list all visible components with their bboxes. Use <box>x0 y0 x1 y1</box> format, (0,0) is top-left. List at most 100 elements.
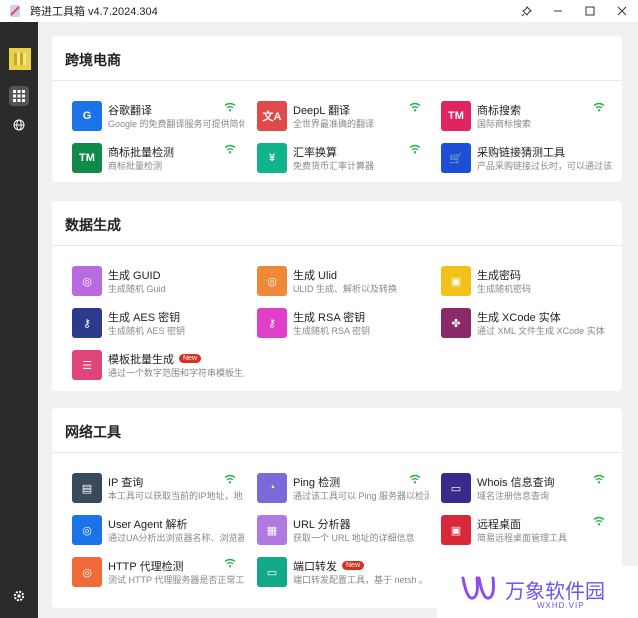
tool-name-text: Ping 检测 <box>293 477 341 489</box>
tool-name: User Agent 解析 <box>108 516 187 532</box>
tool-name-text: Whois 信息查询 <box>477 477 555 489</box>
tool-tile[interactable]: 🛒 采购链接猜测工具 产品采购链接过长时，可以通过该工 <box>441 142 613 176</box>
tool-name: 生成 AES 密钥 <box>108 309 180 325</box>
tool-tile[interactable]: ▣ 生成密码 生成随机密码 <box>441 265 611 299</box>
tool-tile[interactable]: ⚷ 生成 RSA 密钥 生成随机 RSA 密钥 <box>257 307 427 341</box>
tool-tile[interactable]: ◎ 生成 Ulid ULID 生成、解析以及转换 <box>257 265 427 299</box>
tool-tile[interactable]: ▭ 端口转发 New 端口转发配置工具，基于 netsh 。 <box>257 556 429 590</box>
tool-name: 生成密码 <box>477 267 521 283</box>
tool-description: 产品采购链接过长时，可以通过该工 <box>477 161 613 171</box>
wifi-online-icon <box>409 102 421 112</box>
tool-name-text: HTTP 代理检测 <box>108 561 184 573</box>
tool-tile[interactable]: ◎ User Agent 解析 通过UA分析出浏览器名称、浏览器 <box>72 514 244 548</box>
url-icon: ▦ <box>257 515 287 545</box>
wifi-online-icon <box>224 144 236 154</box>
watermark-logo-icon <box>459 572 499 613</box>
wifi-online-icon <box>593 102 605 112</box>
tool-description: Google 的免费翻译服务可提供简体 <box>108 119 244 129</box>
globe-icon: ◎ <box>72 266 102 296</box>
sidebar <box>0 22 38 618</box>
main-content: 跨境电商 G 谷歌翻译 Google 的免费翻译服务可提供简体 文A DeepL 翻译全… <box>38 22 638 618</box>
tool-description: 生成随机密码 <box>477 284 532 294</box>
section-title: 网络工具 <box>65 424 121 440</box>
tool-tile[interactable]: ◎ 生成 GUID 生成随机 Guid <box>72 265 242 299</box>
ip-icon: ▤ <box>72 473 102 503</box>
globe-icon: ◎ <box>72 515 102 545</box>
tool-name: 生成 GUID <box>108 267 161 283</box>
tool-tile[interactable]: G 谷歌翻译 Google 的免费翻译服务可提供简体 <box>72 100 244 134</box>
tool-name-text: IP 查询 <box>108 477 144 489</box>
tool-name-text: 商标批量检测 <box>108 147 174 159</box>
tool-name: 模板批量生成 New <box>108 351 202 367</box>
watermark-text: 万象软件园 <box>505 581 605 603</box>
tool-tile[interactable]: TM 商标搜索 国际商标搜索 <box>441 100 611 134</box>
tool-name: 生成 XCode 实体 <box>477 309 561 325</box>
tool-tile[interactable]: ¥ 汇率换算 免费货币汇率计算器 <box>257 142 427 176</box>
tool-tile[interactable]: ◔ Ping 检测 通过该工具可以 Ping 服务器以检测 <box>257 472 429 506</box>
tool-description: 生成随机 Guid <box>108 284 166 294</box>
port-icon: ▭ <box>257 557 287 587</box>
tool-name-text: DeepL 翻译 <box>293 105 351 117</box>
divider <box>52 452 622 453</box>
tool-name-text: 生成 XCode 实体 <box>477 312 561 324</box>
tool-name: Ping 检测 <box>293 474 340 490</box>
globe-icon: ◎ <box>257 266 287 296</box>
tool-tile[interactable]: TM 商标批量检测 商标批量检测 <box>72 142 242 176</box>
title-bar: 跨进工具箱 v4.7.2024.304 <box>0 0 638 22</box>
tool-name: 远程桌面 <box>477 516 521 532</box>
pin-button[interactable] <box>510 0 542 22</box>
tool-tile[interactable]: ▦ URL 分析器获取一个 URL 地址的详细信息 <box>257 514 427 548</box>
sidebar-item-settings[interactable] <box>9 586 29 606</box>
yen-icon: ¥ <box>257 143 287 173</box>
globe-icon: ◎ <box>72 557 102 587</box>
sidebar-item-web[interactable] <box>9 115 29 135</box>
tool-name: 生成 RSA 密钥 <box>293 309 365 325</box>
tool-tile[interactable]: ◎ HTTP 代理检测 测试 HTTP 代理服务器是否正常工作 <box>72 556 244 590</box>
tool-name-text: 远程桌面 <box>477 519 521 531</box>
tool-name-text: 汇率换算 <box>293 147 337 159</box>
tool-tile[interactable]: ▤ IP 查询本工具可以获取当前的IP地址，地 <box>72 472 243 506</box>
tool-name-text: 模板批量生成 <box>108 354 174 366</box>
tool-name: 商标批量检测 <box>108 144 174 160</box>
tool-description: 生成随机 AES 密钥 <box>108 326 186 336</box>
window-title: 跨进工具箱 v4.7.2024.304 <box>30 6 158 18</box>
tool-name: 商标搜索 <box>477 102 521 118</box>
tool-tile[interactable]: ▣ 远程桌面 简易远程桌面管理工具 <box>441 514 611 548</box>
divider <box>52 80 622 81</box>
cart-icon: 🛒 <box>441 143 471 173</box>
wifi-online-icon <box>593 474 605 484</box>
tool-name-text: User Agent 解析 <box>108 519 188 531</box>
tool-name-text: 生成 AES 密钥 <box>108 312 181 324</box>
maximize-button[interactable] <box>574 0 606 22</box>
tool-description: 简易远程桌面管理工具 <box>477 533 568 543</box>
tool-tile[interactable]: ☰ 模板批量生成 New 通过一个数字范围和字符串模板生成 <box>72 349 244 383</box>
tool-tile[interactable]: 文A DeepL 翻译 全世界最准确的翻译 <box>257 100 427 134</box>
tool-description: 获取一个 URL 地址的详细信息 <box>293 533 415 543</box>
minimize-button[interactable] <box>542 0 574 22</box>
sidebar-item-apps[interactable] <box>9 86 29 106</box>
template-icon: ☰ <box>72 350 102 380</box>
tool-name: IP 查询 <box>108 474 143 490</box>
key-icon: ⚷ <box>72 308 102 338</box>
tool-tile[interactable]: ✤ 生成 XCode 实体 通过 XML 文件生成 XCode 实体 <box>441 307 611 341</box>
tm-icon: TM <box>441 101 471 131</box>
wifi-online-icon <box>224 558 236 568</box>
tool-description: 本工具可以获取当前的IP地址，地 <box>108 491 243 501</box>
tool-description: 端口转发配置工具，基于 netsh 。 <box>293 575 429 585</box>
close-button[interactable] <box>606 0 638 22</box>
tool-description: 商标批量检测 <box>108 161 163 171</box>
tool-tile[interactable]: ▭ Whois 信息查询 域名注册信息查询 <box>441 472 611 506</box>
app-logo-icon <box>10 5 20 17</box>
section-cross-border: 跨境电商 G 谷歌翻译 Google 的免费翻译服务可提供简体 文A DeepL 翻译全… <box>52 36 622 182</box>
tool-name: 汇率换算 <box>293 144 337 160</box>
tool-name-text: URL 分析器 <box>293 519 351 531</box>
tool-name: 生成 Ulid <box>293 267 337 283</box>
tool-name: 谷歌翻译 <box>108 102 152 118</box>
watermark-url: WXHD.VIP <box>537 601 585 610</box>
wifi-online-icon <box>593 516 605 526</box>
new-badge: New <box>342 561 365 570</box>
tool-tile[interactable]: ⚷ 生成 AES 密钥 生成随机 AES 密钥 <box>72 307 242 341</box>
tool-description: 国际商标搜索 <box>477 119 532 129</box>
tool-name: 端口转发 New <box>293 558 365 574</box>
pin-icon <box>521 5 532 16</box>
